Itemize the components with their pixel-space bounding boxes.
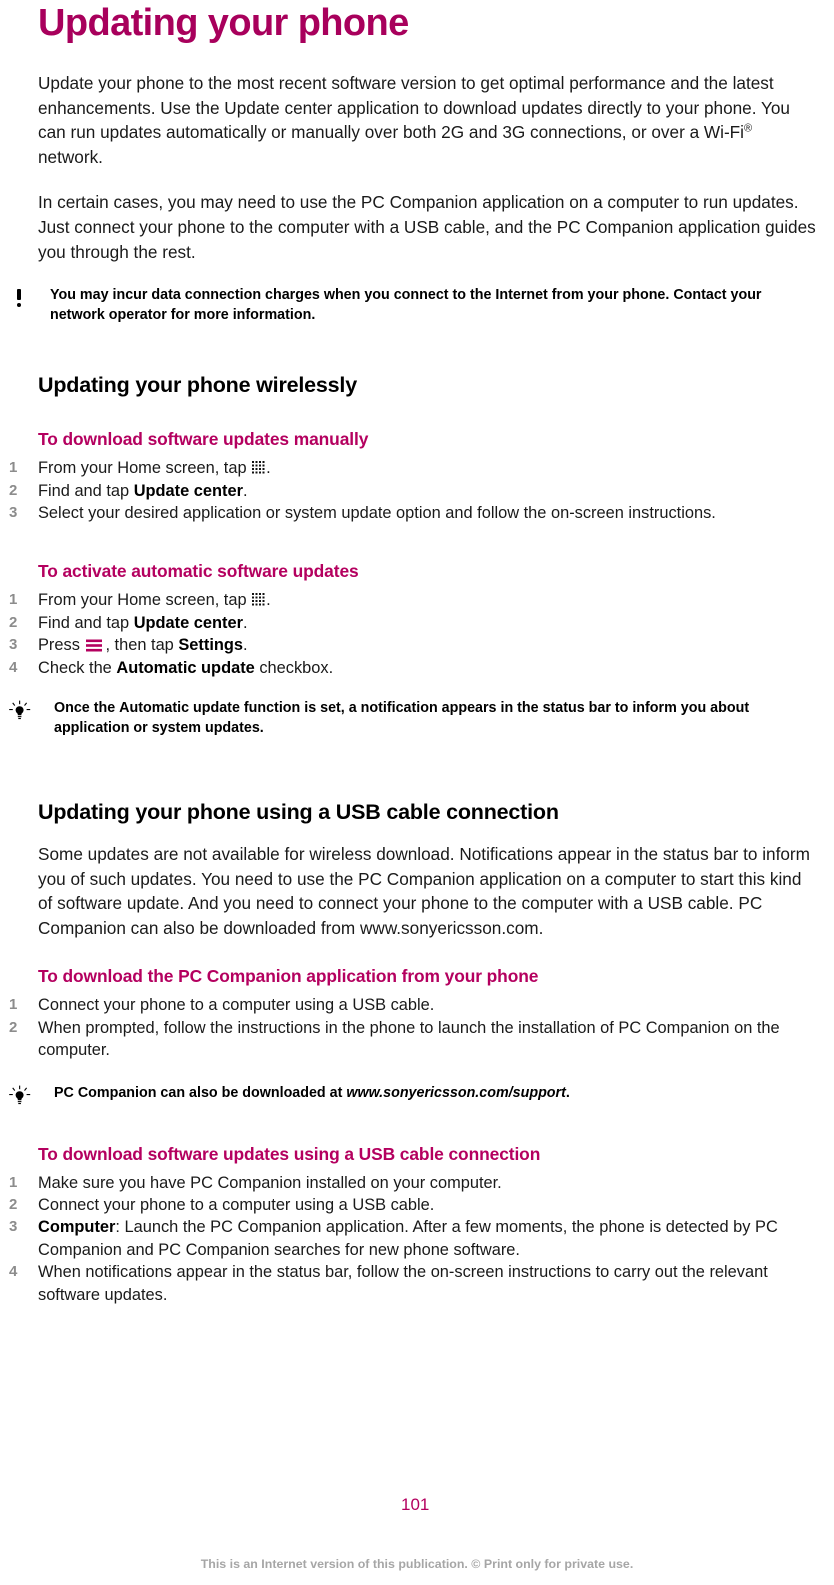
registered-trademark-symbol: ® bbox=[744, 122, 753, 135]
task-heading-activate-automatic: To activate automatic software updates bbox=[38, 561, 359, 582]
step-number: 2 bbox=[9, 613, 18, 631]
note-data-charges: You may incur data connection charges wh… bbox=[0, 286, 834, 325]
list-item: 3 Computer: Launch the PC Companion appli… bbox=[0, 1216, 820, 1261]
tip-pcc-download-text: PC Companion can also be downloaded at w… bbox=[30, 1084, 570, 1104]
list-item: 2 Connect your phone to a computer using … bbox=[0, 1194, 820, 1216]
list-item: 4 When notifications appear in the status… bbox=[0, 1261, 820, 1306]
step-number: 3 bbox=[9, 636, 18, 654]
step-number: 4 bbox=[9, 1263, 18, 1281]
document-page: Updating your phone Update your phone to… bbox=[0, 0, 834, 1585]
intro-paragraph-1: Update your phone to the most recent sof… bbox=[38, 71, 820, 169]
footer-note: This is an Internet version of this publ… bbox=[200, 1557, 634, 1571]
usb-intro-block: Some updates are not available for wirel… bbox=[0, 842, 834, 940]
intro-paragraph-2: In certain cases, you may need to use th… bbox=[38, 192, 816, 262]
step-text: When prompted, follow the instructions i… bbox=[38, 1018, 780, 1060]
step-text: From your Home screen, tap bbox=[38, 459, 252, 478]
list-item: 3 Press , then tap Settings. bbox=[0, 634, 820, 656]
step-text: Press bbox=[38, 636, 85, 655]
lightbulb-icon bbox=[8, 1085, 31, 1107]
note-data-charges-text: You may incur data connection charges wh… bbox=[50, 287, 762, 323]
step-text: Check the bbox=[38, 658, 117, 677]
grid-icon bbox=[252, 590, 265, 606]
step-number: 2 bbox=[9, 1196, 18, 1213]
step-text-tail: . bbox=[266, 459, 271, 478]
step-text: When notifications appear in the status … bbox=[38, 1263, 768, 1304]
list-item: 2 When prompted, follow the instructions … bbox=[0, 1017, 820, 1062]
step-text: Find and tap bbox=[38, 613, 134, 632]
list-item: 3 Select your desired application or syst… bbox=[0, 502, 820, 524]
step-emphasis: Computer bbox=[38, 1218, 116, 1237]
step-text: Select your desired application or syste… bbox=[38, 503, 716, 522]
task-heading-updates-usb: To download software updates using a USB… bbox=[38, 1143, 541, 1164]
step-number: 4 bbox=[9, 658, 18, 676]
step-number: 3 bbox=[9, 1218, 18, 1236]
step-emphasis: Update center bbox=[133, 613, 243, 632]
step-text: From your Home screen, tap bbox=[38, 591, 252, 610]
tip-emphasis: Automatic update bbox=[119, 700, 240, 716]
step-text-tail: . bbox=[243, 613, 248, 632]
step-number: 1 bbox=[9, 459, 18, 477]
step-text-tail: checkbox. bbox=[254, 658, 334, 677]
step-number: 2 bbox=[9, 481, 18, 499]
step-text: Connect your phone to a computer using a… bbox=[38, 996, 435, 1015]
list-item: 2 Find and tap Update center. bbox=[0, 480, 820, 502]
step-text: Connect your phone to a computer using a… bbox=[38, 1196, 435, 1214]
section-heading-wireless: Updating your phone wirelessly bbox=[38, 373, 357, 398]
tip-text-pre: Once the bbox=[54, 700, 120, 716]
steps-updates-usb: 1 Make sure you have PC Companion install… bbox=[0, 1172, 834, 1306]
tip-pcc-download: PC Companion can also be downloaded at w… bbox=[0, 1084, 834, 1107]
steps-download-pcc: 1 Connect your phone to a computer using … bbox=[0, 994, 834, 1061]
step-number: 1 bbox=[9, 591, 18, 609]
intro-paragraph-1-text: Update your phone to the most recent sof… bbox=[38, 73, 790, 143]
tip-url: www.sonyericsson.com/support bbox=[346, 1084, 566, 1101]
step-emphasis: Settings bbox=[178, 636, 244, 655]
step-emphasis: Update center bbox=[133, 481, 243, 500]
page-number: 101 bbox=[401, 1495, 430, 1514]
list-item: 1 From your Home screen, tap . bbox=[0, 589, 820, 611]
step-text: : Launch the PC Companion application. A… bbox=[38, 1218, 778, 1259]
step-text-tail: . bbox=[243, 636, 248, 655]
step-number: 1 bbox=[9, 996, 18, 1014]
tip-text-pre: PC Companion can also be downloaded at bbox=[54, 1084, 347, 1101]
section-heading-usb: Updating your phone using a USB cable co… bbox=[38, 800, 559, 824]
lightbulb-icon bbox=[8, 700, 31, 722]
step-text-tail: . bbox=[243, 481, 248, 500]
intro-block: Update your phone to the most recent sof… bbox=[0, 71, 834, 264]
tip-automatic-update: Once the Automatic update function is se… bbox=[0, 699, 834, 738]
list-item: 1 Connect your phone to a computer using … bbox=[0, 994, 820, 1016]
grid-icon bbox=[252, 458, 265, 474]
menu-icon bbox=[85, 636, 103, 652]
usb-paragraph: Some updates are not available for wirel… bbox=[38, 844, 810, 938]
steps-activate-automatic: 1 From your Home screen, tap . 2 Find and … bbox=[0, 589, 834, 679]
page-title: Updating your phone bbox=[38, 2, 409, 44]
tip-text-post: . bbox=[565, 1084, 570, 1101]
step-number: 3 bbox=[9, 503, 18, 521]
list-item: 1 Make sure you have PC Companion install… bbox=[0, 1172, 820, 1194]
task-heading-download-manually: To download software updates manually bbox=[38, 429, 369, 450]
tip-automatic-update-text: Once the Automatic update function is se… bbox=[30, 699, 818, 738]
exclamation-icon bbox=[8, 287, 30, 309]
list-item: 4 Check the Automatic update checkbox. bbox=[0, 657, 820, 679]
list-item: 1 From your Home screen, tap . bbox=[0, 457, 820, 479]
step-text: Find and tap bbox=[38, 481, 134, 500]
step-number: 1 bbox=[9, 1173, 18, 1191]
steps-download-manually: 1 From your Home screen, tap . 2 Find and … bbox=[0, 457, 834, 524]
step-text-mid: , then tap bbox=[105, 636, 179, 655]
list-item: 2 Find and tap Update center. bbox=[0, 612, 820, 634]
step-emphasis: Automatic update bbox=[116, 658, 255, 677]
step-number: 2 bbox=[9, 1018, 18, 1036]
step-text: Make sure you have PC Companion installe… bbox=[38, 1173, 502, 1192]
step-text-tail: . bbox=[266, 591, 271, 610]
task-heading-download-pcc: To download the PC Companion application… bbox=[38, 966, 539, 987]
intro-paragraph-1-tail: network. bbox=[38, 146, 103, 167]
